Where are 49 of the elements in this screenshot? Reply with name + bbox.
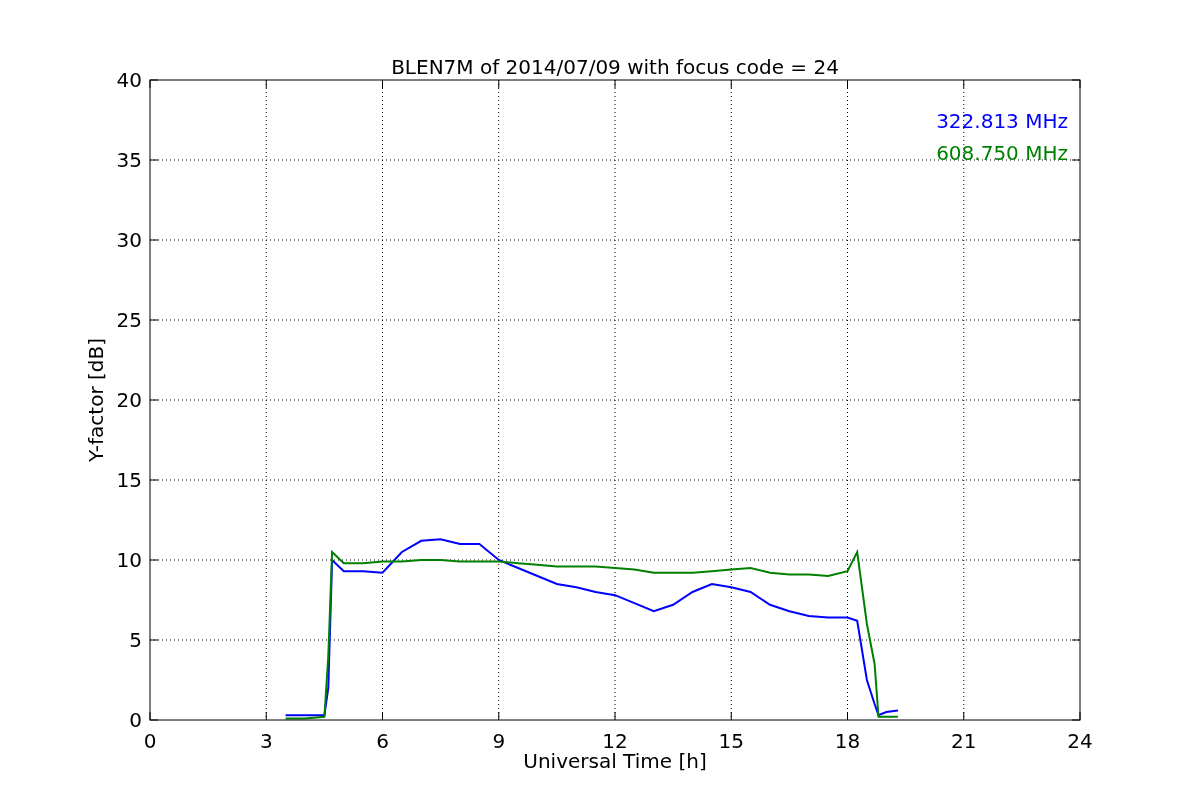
y-tick-label: 15 (116, 468, 142, 492)
tick-mark (149, 319, 159, 321)
tick-mark (614, 79, 616, 89)
tick-mark (730, 79, 732, 89)
tick-mark (847, 711, 848, 721)
tick-mark (1071, 239, 1081, 241)
tick-mark (1071, 319, 1081, 321)
y-tick-label: 25 (116, 308, 142, 332)
y-tick-label: 0 (129, 708, 142, 732)
y-tick-label: 5 (129, 628, 142, 652)
y-tick-label: 40 (116, 68, 142, 92)
tick-mark (149, 479, 159, 481)
x-tick-label: 18 (834, 729, 861, 753)
tick-mark (149, 239, 159, 241)
y-tick-label: 35 (116, 148, 142, 172)
tick-mark (265, 711, 267, 721)
tick-mark (1071, 479, 1081, 481)
tick-mark (498, 79, 500, 89)
x-tick-label: 9 (492, 729, 506, 753)
tick-mark (149, 159, 159, 161)
tick-mark (1071, 559, 1081, 561)
tick-mark (614, 711, 616, 721)
x-tick-label: 21 (951, 729, 977, 753)
tick-mark (149, 559, 159, 561)
x-tick-label: 24 (1067, 729, 1093, 753)
tick-mark (1071, 399, 1081, 401)
tick-mark (1071, 639, 1081, 641)
x-tick-label: 6 (376, 729, 389, 753)
tick-mark (498, 711, 500, 721)
y-tick-label: 20 (116, 388, 142, 412)
tick-mark (963, 711, 965, 721)
x-tick-label: 0 (143, 729, 157, 753)
chart-title: BLEN7M of 2014/07/09 with focus code = 24 (391, 55, 839, 79)
tick-mark (149, 399, 159, 401)
legend-label: 608.750 MHz (936, 141, 1068, 165)
y-tick-label: 30 (116, 228, 142, 252)
y-axis-label: Y-factor [dB] (84, 338, 108, 462)
x-tick-label: 15 (718, 729, 744, 753)
tick-mark (382, 711, 383, 721)
tick-mark (382, 79, 383, 89)
tick-mark (265, 79, 267, 89)
x-tick-label: 3 (259, 729, 273, 753)
tick-mark (1071, 159, 1081, 161)
tick-mark (149, 639, 159, 641)
tick-mark (963, 79, 965, 89)
tick-mark (730, 711, 732, 721)
legend-label: 322.813 MHz (936, 109, 1068, 133)
y-tick-label: 10 (116, 548, 142, 572)
tick-mark (847, 79, 848, 89)
